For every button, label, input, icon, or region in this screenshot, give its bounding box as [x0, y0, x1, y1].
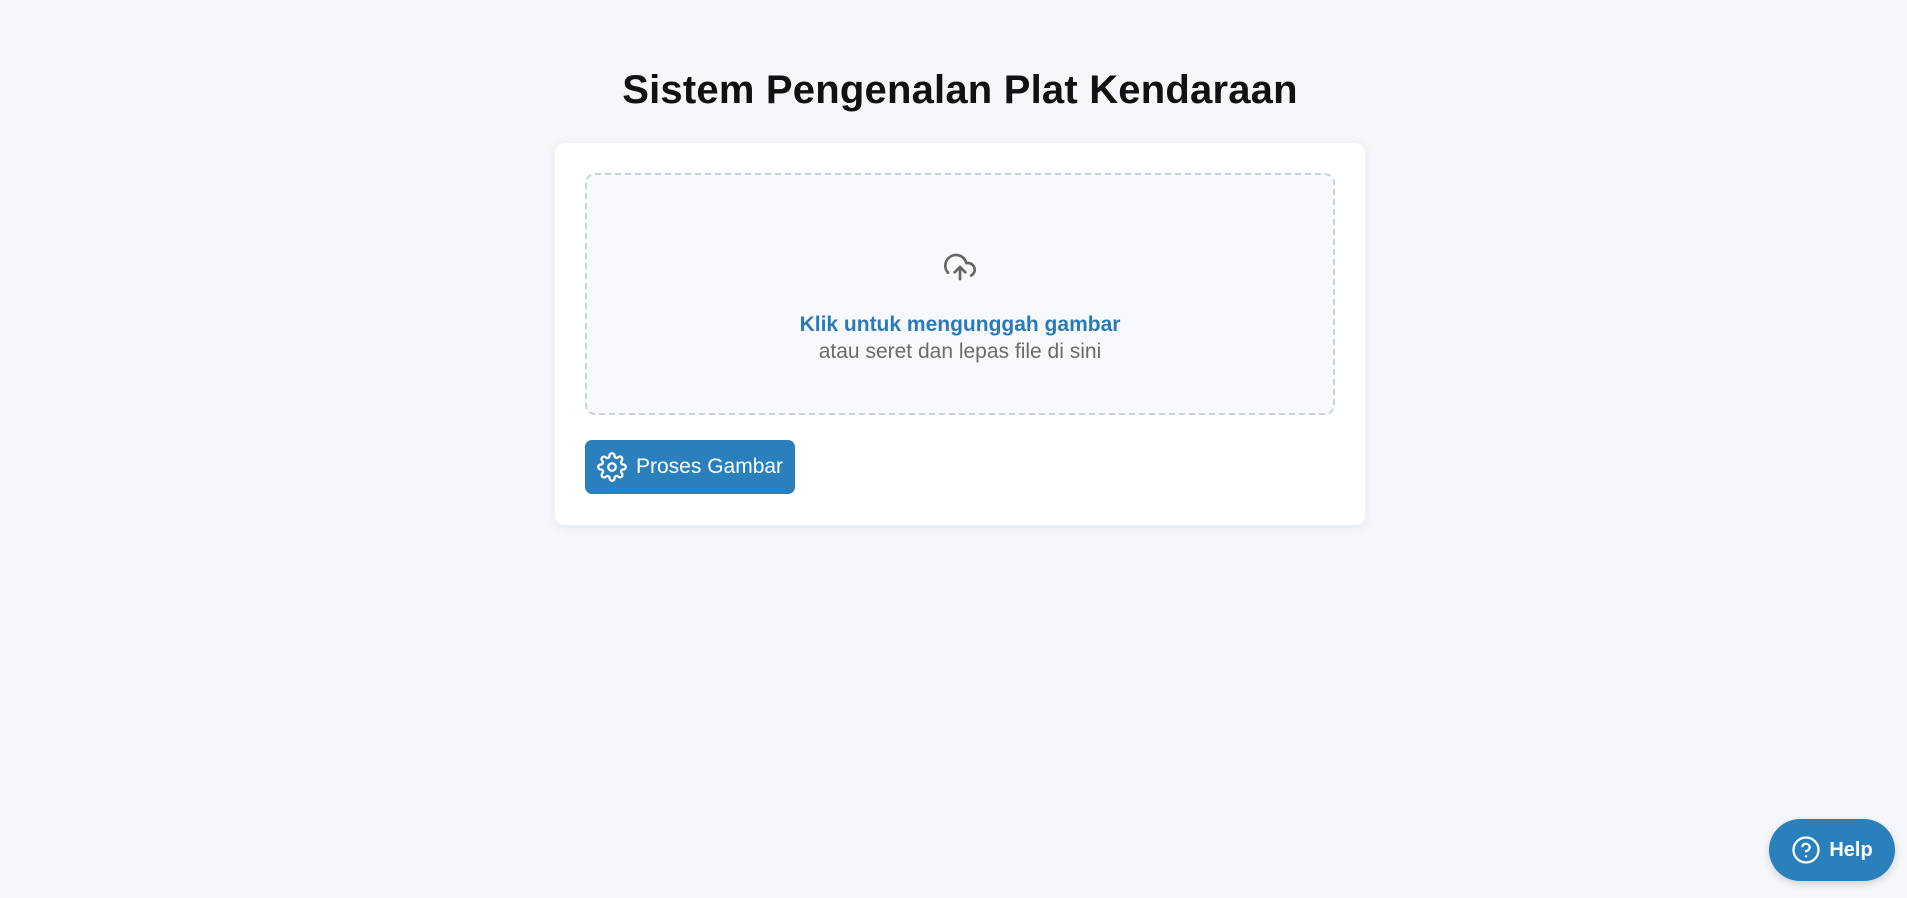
help-button[interactable]: Help	[1769, 819, 1895, 881]
upload-secondary-text: atau seret dan lepas file di sini	[818, 340, 1102, 363]
upload-primary-text[interactable]: Klik untuk mengunggah gambar	[587, 313, 1333, 337]
cloud-upload-icon	[944, 253, 976, 281]
page: Sistem Pengenalan Plat Kendaraan Klik un…	[0, 0, 1907, 898]
process-image-button[interactable]: Proses Gambar	[585, 440, 796, 494]
help-label: Help	[1829, 838, 1873, 861]
page-title: Sistem Pengenalan Plat Kendaraan	[622, 68, 1298, 112]
gear-icon	[597, 452, 627, 482]
upload-card: Klik untuk mengunggah gambar atau seret …	[555, 143, 1365, 525]
process-image-label: Proses Gambar	[636, 455, 784, 478]
question-circle-icon	[1792, 836, 1820, 864]
upload-dropzone[interactable]: Klik untuk mengunggah gambar atau seret …	[585, 173, 1335, 415]
